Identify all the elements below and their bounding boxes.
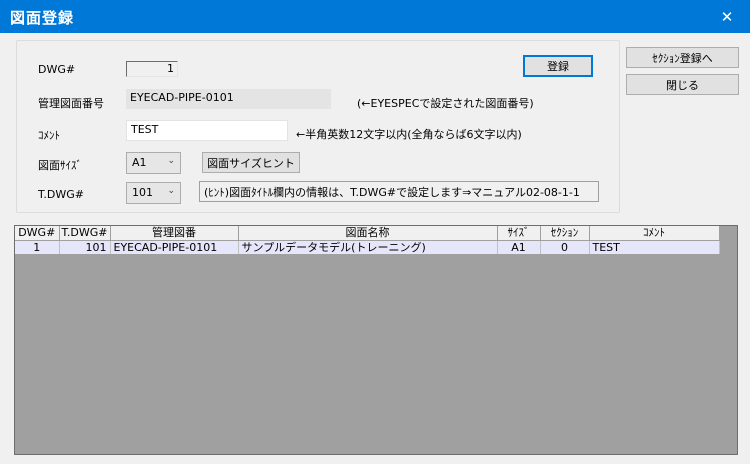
tdwg-label: T.DWG# [38, 188, 84, 201]
dwg-number-field: 1 [126, 61, 178, 77]
size-select[interactable]: A1 ⌄ [126, 152, 181, 174]
title-hint-text: (ﾋﾝﾄ)図面ﾀｲﾄﾙ欄内の情報は、T.DWG#で設定します⇒マニュアル02-0… [199, 181, 599, 202]
column-header-mgmt[interactable]: 管理図番 [110, 226, 239, 241]
register-button[interactable]: 登録 [523, 55, 593, 77]
mgmt-number-field: EYECAD-PIPE-0101 [126, 89, 331, 109]
cell-mgmt[interactable]: EYECAD-PIPE-0101 [110, 240, 239, 254]
column-header-name[interactable]: 図面名称 [238, 226, 498, 241]
drawing-list-grid[interactable]: DWG# T.DWG# 管理図番 図面名称 ｻｲｽﾞ ｾｸｼｮﾝ ｺﾒﾝﾄ 1 … [14, 225, 738, 455]
dwg-label: DWG# [38, 63, 76, 76]
column-header-comment[interactable]: ｺﾒﾝﾄ [589, 226, 720, 241]
column-header-size[interactable]: ｻｲｽﾞ [497, 226, 541, 241]
size-label: 図面ｻｲｽﾞ [38, 159, 82, 172]
drawing-table: DWG# T.DWG# 管理図番 図面名称 ｻｲｽﾞ ｾｸｼｮﾝ ｺﾒﾝﾄ 1 … [15, 226, 720, 254]
column-header-dwg[interactable]: DWG# [15, 226, 60, 241]
close-button[interactable]: 閉じる [626, 74, 739, 95]
column-header-tdwg[interactable]: T.DWG# [59, 226, 111, 241]
column-header-section[interactable]: ｾｸｼｮﾝ [540, 226, 590, 241]
cell-name[interactable]: サンプルデータモデル(トレーニング) [238, 240, 498, 254]
tdwg-select[interactable]: 101 ⌄ [126, 182, 181, 204]
close-icon[interactable]: ✕ [704, 0, 750, 33]
section-register-button[interactable]: ｾｸｼｮﾝ登録へ [626, 47, 739, 68]
cell-size[interactable]: A1 [497, 240, 541, 254]
mgmt-number-note: (←EYESPECで設定された図面番号) [357, 97, 534, 110]
mgmt-number-label: 管理図面番号 [38, 97, 104, 110]
size-hint-button[interactable]: 図面サイズヒント [202, 152, 300, 173]
chevron-down-icon: ⌄ [167, 156, 175, 166]
comment-note: ←半角英数12文字以内(全角ならば6文字以内) [296, 128, 522, 141]
cell-comment[interactable]: TEST [589, 240, 720, 254]
tdwg-select-value: 101 [132, 186, 153, 199]
comment-label: ｺﾒﾝﾄ [38, 129, 60, 142]
table-header-row: DWG# T.DWG# 管理図番 図面名称 ｻｲｽﾞ ｾｸｼｮﾝ ｺﾒﾝﾄ [15, 226, 720, 241]
size-select-value: A1 [132, 156, 147, 169]
cell-section[interactable]: 0 [540, 240, 590, 254]
chevron-down-icon: ⌄ [167, 186, 175, 196]
comment-input[interactable]: TEST [126, 120, 288, 141]
cell-dwg[interactable]: 1 [15, 240, 60, 254]
window-title: 図面登録 [10, 9, 75, 27]
title-bar: 図面登録 ✕ [0, 0, 750, 33]
cell-tdwg[interactable]: 101 [59, 240, 111, 254]
table-row[interactable]: 1 101 EYECAD-PIPE-0101 サンプルデータモデル(トレーニング… [15, 240, 720, 254]
